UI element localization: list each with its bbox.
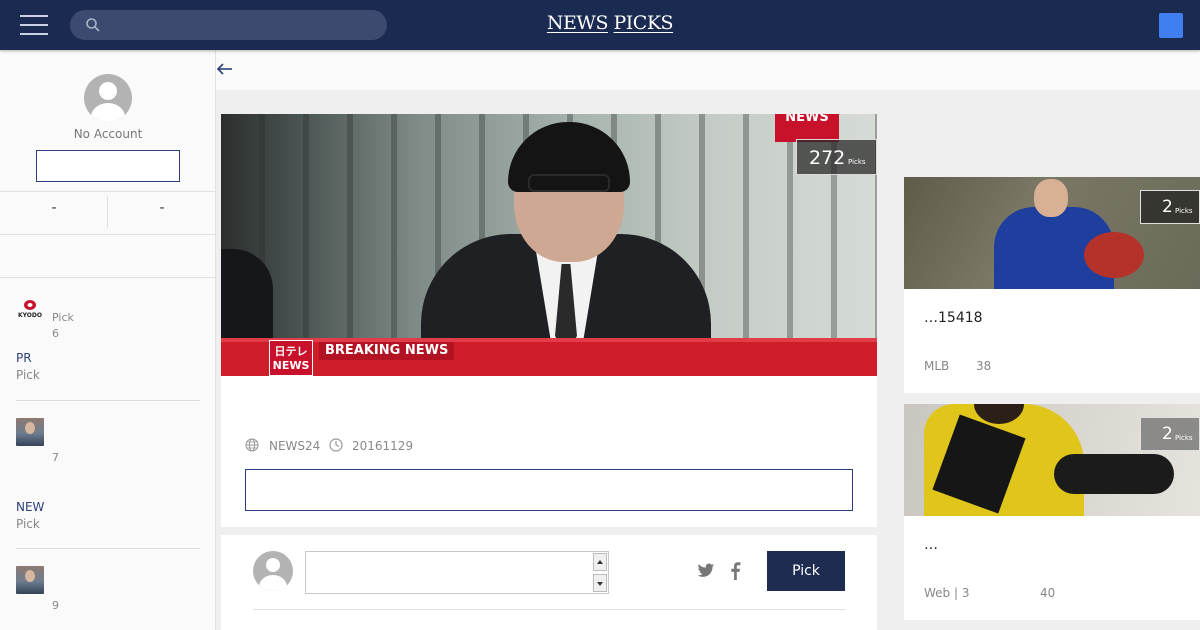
back-bar: [216, 50, 1200, 90]
breaking-news-caption: BREAKING NEWS: [319, 342, 455, 360]
picks-count-badge: 272 Picks: [796, 139, 877, 175]
newspicks-logo[interactable]: NEWS PICKS: [520, 12, 700, 34]
article-source[interactable]: NEWS24: [269, 439, 320, 453]
kyodo-logo: KYODO: [18, 300, 42, 319]
pick-button[interactable]: Pick: [767, 551, 845, 591]
picks-label: Picks: [1175, 434, 1193, 442]
logo-text-news: NEWS: [546, 12, 609, 34]
feed-pick-count: 7: [52, 451, 59, 464]
feed-category: PR: [16, 351, 32, 365]
article-card: NEWS 日テレ NEWS BREAKING NEWS 272 Picks NE…: [221, 114, 877, 527]
sidebar-feed-item[interactable]: KYODO Pick 6 PR Pick: [16, 298, 200, 388]
read-article-button[interactable]: [245, 469, 853, 511]
profile-stats: - -: [0, 191, 216, 235]
feed-pick-count: 6: [52, 327, 59, 340]
related-article-card[interactable]: 2 Picks …15418 MLB 38: [904, 177, 1200, 393]
related-article-image[interactable]: 2 Picks: [904, 404, 1200, 516]
comment-field[interactable]: [305, 551, 609, 594]
picks-count-badge: 2 Picks: [1140, 190, 1200, 224]
news-tag: NEWS: [775, 114, 839, 142]
stat-followers[interactable]: -: [108, 200, 216, 216]
search-bar[interactable]: [70, 10, 387, 40]
feed-pick-count: 9: [52, 599, 59, 612]
feed-pick-label: Pick: [52, 311, 74, 324]
article-hero-image[interactable]: NEWS 日テレ NEWS BREAKING NEWS 272 Picks: [221, 114, 877, 376]
feed-divider: [16, 400, 200, 401]
related-article-title[interactable]: …15418: [924, 310, 983, 326]
sidebar-divider: [0, 277, 216, 278]
picks-label: Picks: [848, 158, 866, 166]
top-navigation-bar: NEWS PICKS: [0, 0, 1200, 50]
related-article-image[interactable]: 2 Picks: [904, 177, 1200, 289]
back-arrow-icon[interactable]: [216, 60, 234, 78]
left-sidebar: No Account - - KYODO Pick 6 PR Pick 7 NE…: [0, 50, 216, 630]
picks-count-badge: 2 Picks: [1140, 417, 1200, 451]
related-article-source: Web | 3: [924, 586, 970, 600]
login-button[interactable]: [36, 150, 180, 182]
article-date: 20161129: [352, 439, 414, 453]
avatar: [84, 74, 132, 122]
channel-logo: 日テレ NEWS: [269, 340, 313, 376]
picks-count: 2: [1162, 197, 1173, 217]
related-article-source: MLB: [924, 359, 950, 373]
sidebar-feed-item[interactable]: 9: [16, 566, 200, 626]
feed-sub-label: Pick: [16, 368, 40, 382]
feed-thumbnail: [16, 566, 44, 594]
feed-thumbnail: [16, 418, 44, 446]
comment-input[interactable]: [306, 552, 594, 593]
twitter-icon[interactable]: [697, 563, 715, 579]
logo-text-picks: PICKS: [613, 12, 674, 34]
related-article-card[interactable]: 2 Picks … Web | 3 40: [904, 404, 1200, 620]
search-icon: [86, 18, 100, 32]
picks-label: Picks: [1175, 207, 1193, 215]
stat-following[interactable]: -: [0, 200, 108, 216]
sidebar-feed-item[interactable]: 7 NEW Pick: [16, 418, 200, 531]
feed-sub-label: Pick: [16, 517, 40, 531]
menu-icon[interactable]: [20, 14, 48, 36]
feed-category: NEW: [16, 500, 45, 514]
clock-icon: [329, 438, 343, 452]
picks-count: 272: [809, 147, 846, 169]
account-name: No Account: [73, 127, 143, 141]
scroll-up-button[interactable]: [593, 553, 607, 571]
feed-divider: [16, 548, 200, 549]
related-article-title[interactable]: …: [924, 537, 938, 553]
related-article-count: 40: [1040, 586, 1056, 600]
picks-count: 2: [1162, 424, 1173, 444]
avatar: [253, 551, 293, 591]
related-article-count: 38: [976, 359, 992, 373]
svg-text:KYODO: KYODO: [18, 312, 42, 319]
scroll-down-button[interactable]: [593, 574, 607, 592]
search-input[interactable]: [110, 10, 380, 40]
user-menu-button[interactable]: [1159, 13, 1183, 38]
comment-divider: [253, 609, 845, 610]
globe-icon: [245, 438, 259, 452]
comment-card: Pick: [221, 535, 877, 630]
facebook-icon[interactable]: [729, 562, 741, 580]
